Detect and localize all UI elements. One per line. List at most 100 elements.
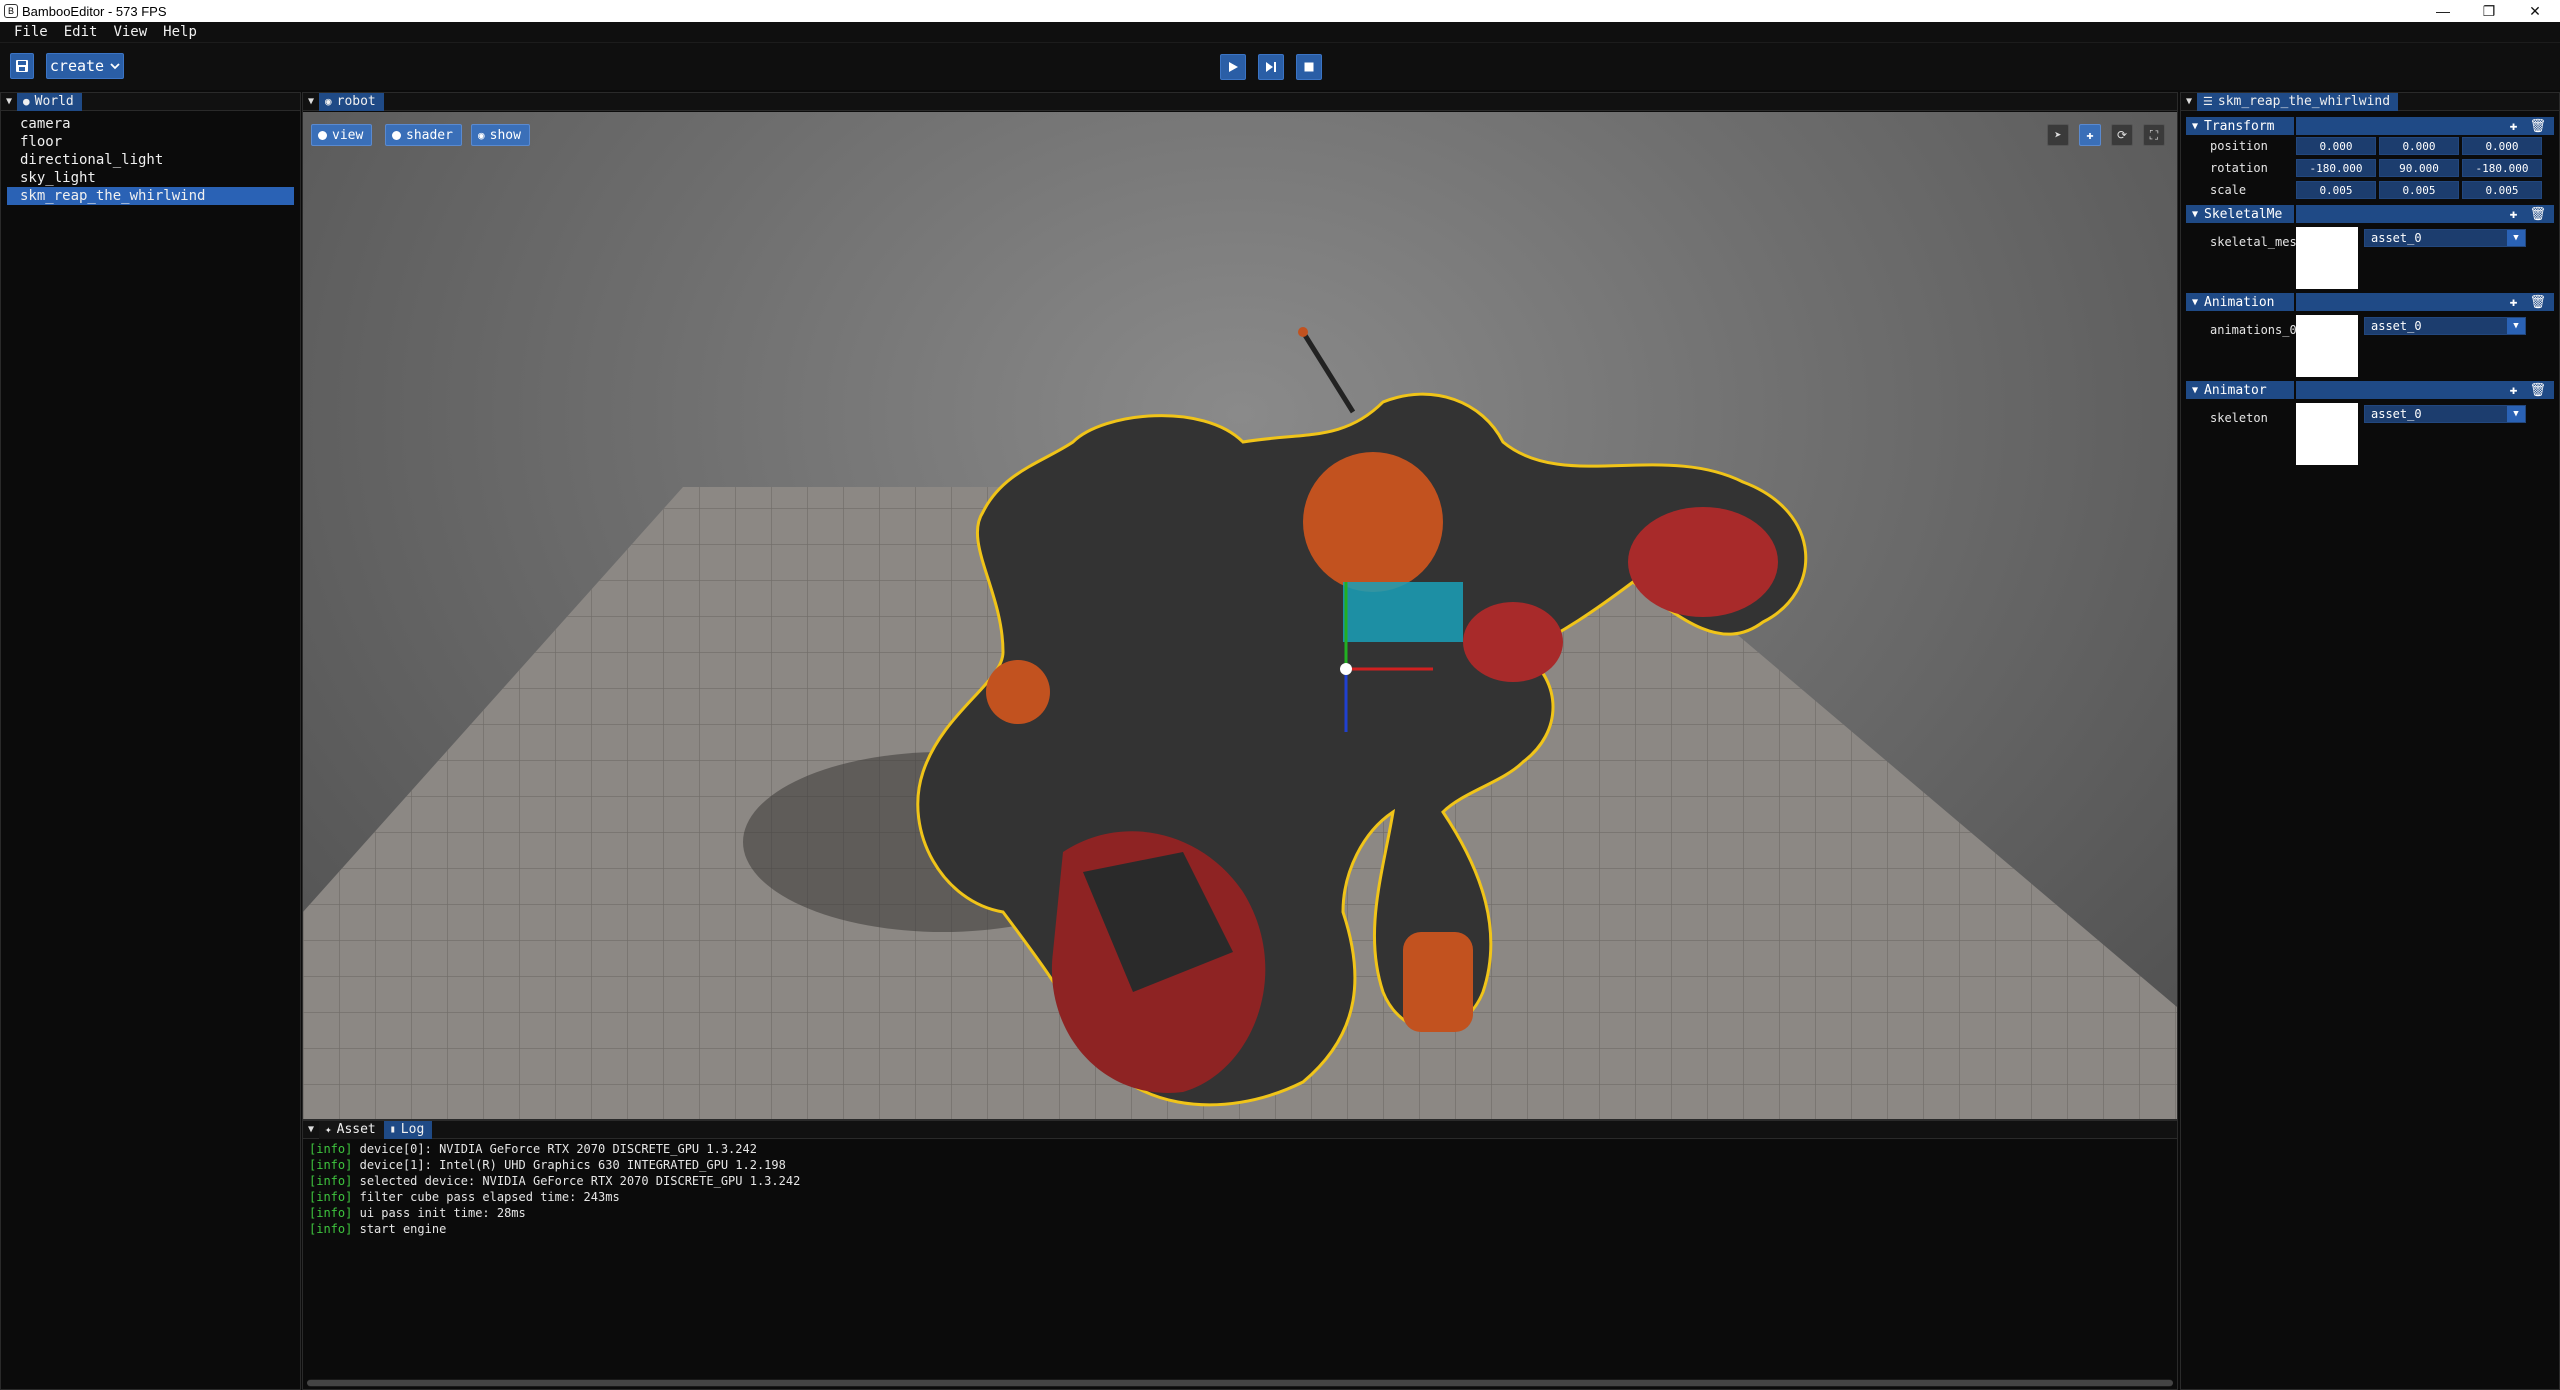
menu-file[interactable]: File <box>6 24 56 40</box>
position-label: position <box>2210 139 2268 153</box>
scale-z[interactable]: 0.005 <box>2462 181 2542 199</box>
gamepad-icon: ◉ <box>325 95 332 108</box>
inspector-panel: ▼ ☰ skm_reap_the_whirlwind ▼ Transform ✚… <box>2180 92 2560 1390</box>
inspector-panel-header: ▼ ☰ skm_reap_the_whirlwind <box>2181 92 2559 111</box>
menu-view[interactable]: View <box>105 24 155 40</box>
scale-tool[interactable]: ⛶ <box>2143 124 2165 146</box>
viewport-panel-header: ▼ ◉ robot <box>303 92 2177 111</box>
skeletal-mesh-actions: ✚ 🗑 <box>2296 205 2554 223</box>
entity-sky-light[interactable]: sky_light <box>7 169 294 187</box>
log-line: [info] filter cube pass elapsed time: 24… <box>309 1189 2171 1205</box>
animator-component-header[interactable]: ▼ Animator ✚ 🗑 <box>2186 381 2554 399</box>
collapse-icon[interactable]: ▼ <box>303 96 319 107</box>
log-tag: [info] <box>309 1206 353 1220</box>
rotation-y[interactable]: 90.000 <box>2379 159 2459 177</box>
chevron-down-icon <box>110 63 120 70</box>
select-tool[interactable]: ➤ <box>2047 124 2069 146</box>
scale-x[interactable]: 0.005 <box>2296 181 2376 199</box>
log-icon: ▮ <box>389 1124 396 1135</box>
scene-viewport[interactable]: view shader ◉ show ➤ ✚ ⟳ ⛶ <box>303 112 2177 1119</box>
asset-select-value: asset_0 <box>2371 319 2422 333</box>
scrollbar-thumb[interactable] <box>307 1380 2173 1386</box>
asset-thumbnail[interactable] <box>2296 227 2358 289</box>
rotation-x[interactable]: -180.000 <box>2296 159 2376 177</box>
scale-y[interactable]: 0.005 <box>2379 181 2459 199</box>
dropdown-arrow-icon[interactable]: ▼ <box>2507 230 2525 246</box>
position-x[interactable]: 0.000 <box>2296 137 2376 155</box>
asset-icon: ✦ <box>325 1123 332 1136</box>
tab-robot[interactable]: ◉ robot <box>319 92 384 111</box>
rotation-label: rotation <box>2210 161 2268 175</box>
skeletal-mesh-field-label: skeletal_mesh <box>2210 235 2296 249</box>
log-horizontal-scrollbar[interactable] <box>307 1379 2173 1387</box>
log-message: device[0]: NVIDIA GeForce RTX 2070 DISCR… <box>359 1142 757 1156</box>
world-panel-header: ▼ ● World <box>1 92 300 111</box>
trash-icon[interactable]: 🗑 <box>2529 295 2546 310</box>
entity-directional-light[interactable]: directional_light <box>7 151 294 169</box>
log-line: [info] ui pass init time: 28ms <box>309 1205 2171 1221</box>
animation-row: animations_0 asset_0 ▼ <box>2186 315 2554 377</box>
entity-camera[interactable]: camera <box>7 115 294 133</box>
log-message: ui pass init time: 28ms <box>359 1206 526 1220</box>
add-icon[interactable]: ✚ <box>2510 207 2518 222</box>
log-tag: [info] <box>309 1142 353 1156</box>
menu-edit[interactable]: Edit <box>56 24 106 40</box>
trash-icon[interactable]: 🗑 <box>2529 119 2546 134</box>
save-icon <box>16 60 28 72</box>
animator-label: Animator <box>2204 382 2267 398</box>
tab-asset-label: Asset <box>336 1122 376 1137</box>
step-button[interactable] <box>1258 54 1284 80</box>
position-row: position 0.000 0.000 0.000 <box>2186 135 2554 157</box>
add-icon[interactable]: ✚ <box>2510 119 2518 134</box>
save-button[interactable] <box>10 53 34 79</box>
skeletal-mesh-component-header[interactable]: ▼ SkeletalMe ✚ 🗑 <box>2186 205 2554 223</box>
collapse-icon[interactable]: ▼ <box>1 96 17 107</box>
entity-floor[interactable]: floor <box>7 133 294 151</box>
log-tag: [info] <box>309 1174 353 1188</box>
position-y[interactable]: 0.000 <box>2379 137 2459 155</box>
animation-asset-select[interactable]: asset_0 ▼ <box>2364 317 2526 335</box>
animation-component-header[interactable]: ▼ Animation ✚ 🗑 <box>2186 293 2554 311</box>
minimize-icon[interactable]: — <box>2420 0 2466 22</box>
trash-icon[interactable]: 🗑 <box>2529 207 2546 222</box>
close-icon[interactable]: ✕ <box>2512 0 2558 22</box>
collapse-arrow-icon: ▼ <box>2192 120 2199 132</box>
shader-button[interactable]: shader <box>385 124 462 146</box>
stop-icon <box>1304 62 1314 72</box>
log-message: device[1]: Intel(R) UHD Graphics 630 INT… <box>359 1158 786 1172</box>
asset-thumbnail[interactable] <box>2296 315 2358 377</box>
play-button[interactable] <box>1220 54 1246 80</box>
trash-icon[interactable]: 🗑 <box>2529 383 2546 398</box>
move-tool[interactable]: ✚ <box>2079 124 2101 146</box>
position-z[interactable]: 0.000 <box>2462 137 2542 155</box>
entity-skm-reap-the-whirlwind[interactable]: skm_reap_the_whirlwind <box>7 187 294 205</box>
transform-label: Transform <box>2204 118 2275 134</box>
scale-row: scale 0.005 0.005 0.005 <box>2186 179 2554 201</box>
stop-button[interactable] <box>1296 54 1322 80</box>
asset-thumbnail[interactable] <box>2296 403 2358 465</box>
rotate-tool[interactable]: ⟳ <box>2111 124 2133 146</box>
dropdown-arrow-icon[interactable]: ▼ <box>2507 318 2525 334</box>
add-icon[interactable]: ✚ <box>2510 383 2518 398</box>
transform-component-header[interactable]: ▼ Transform ✚ 🗑 <box>2186 117 2554 135</box>
show-button[interactable]: ◉ show <box>471 124 530 146</box>
create-dropdown[interactable]: create <box>46 53 124 79</box>
rotation-z[interactable]: -180.000 <box>2462 159 2542 177</box>
view-button[interactable]: view <box>311 124 373 146</box>
view-icon <box>318 130 327 140</box>
tab-asset[interactable]: ✦ Asset <box>319 1120 384 1139</box>
skeletal-mesh-asset-select[interactable]: asset_0 ▼ <box>2364 229 2526 247</box>
add-icon[interactable]: ✚ <box>2510 295 2518 310</box>
restore-icon[interactable]: ❐ <box>2466 0 2512 22</box>
show-label: show <box>489 127 521 143</box>
dropdown-arrow-icon[interactable]: ▼ <box>2507 406 2525 422</box>
tab-log[interactable]: ▮ Log <box>383 1120 433 1139</box>
menu-help[interactable]: Help <box>155 24 205 40</box>
world-entity-list: camera floor directional_light sky_light… <box>1 111 300 205</box>
tab-inspector[interactable]: ☰ skm_reap_the_whirlwind <box>2197 92 2399 111</box>
tab-world[interactable]: ● World <box>17 92 82 111</box>
window-titlebar: B BambooEditor - 573 FPS — ❐ ✕ <box>0 0 2560 22</box>
collapse-icon[interactable]: ▼ <box>303 1124 319 1135</box>
animator-asset-select[interactable]: asset_0 ▼ <box>2364 405 2526 423</box>
collapse-icon[interactable]: ▼ <box>2181 96 2197 107</box>
